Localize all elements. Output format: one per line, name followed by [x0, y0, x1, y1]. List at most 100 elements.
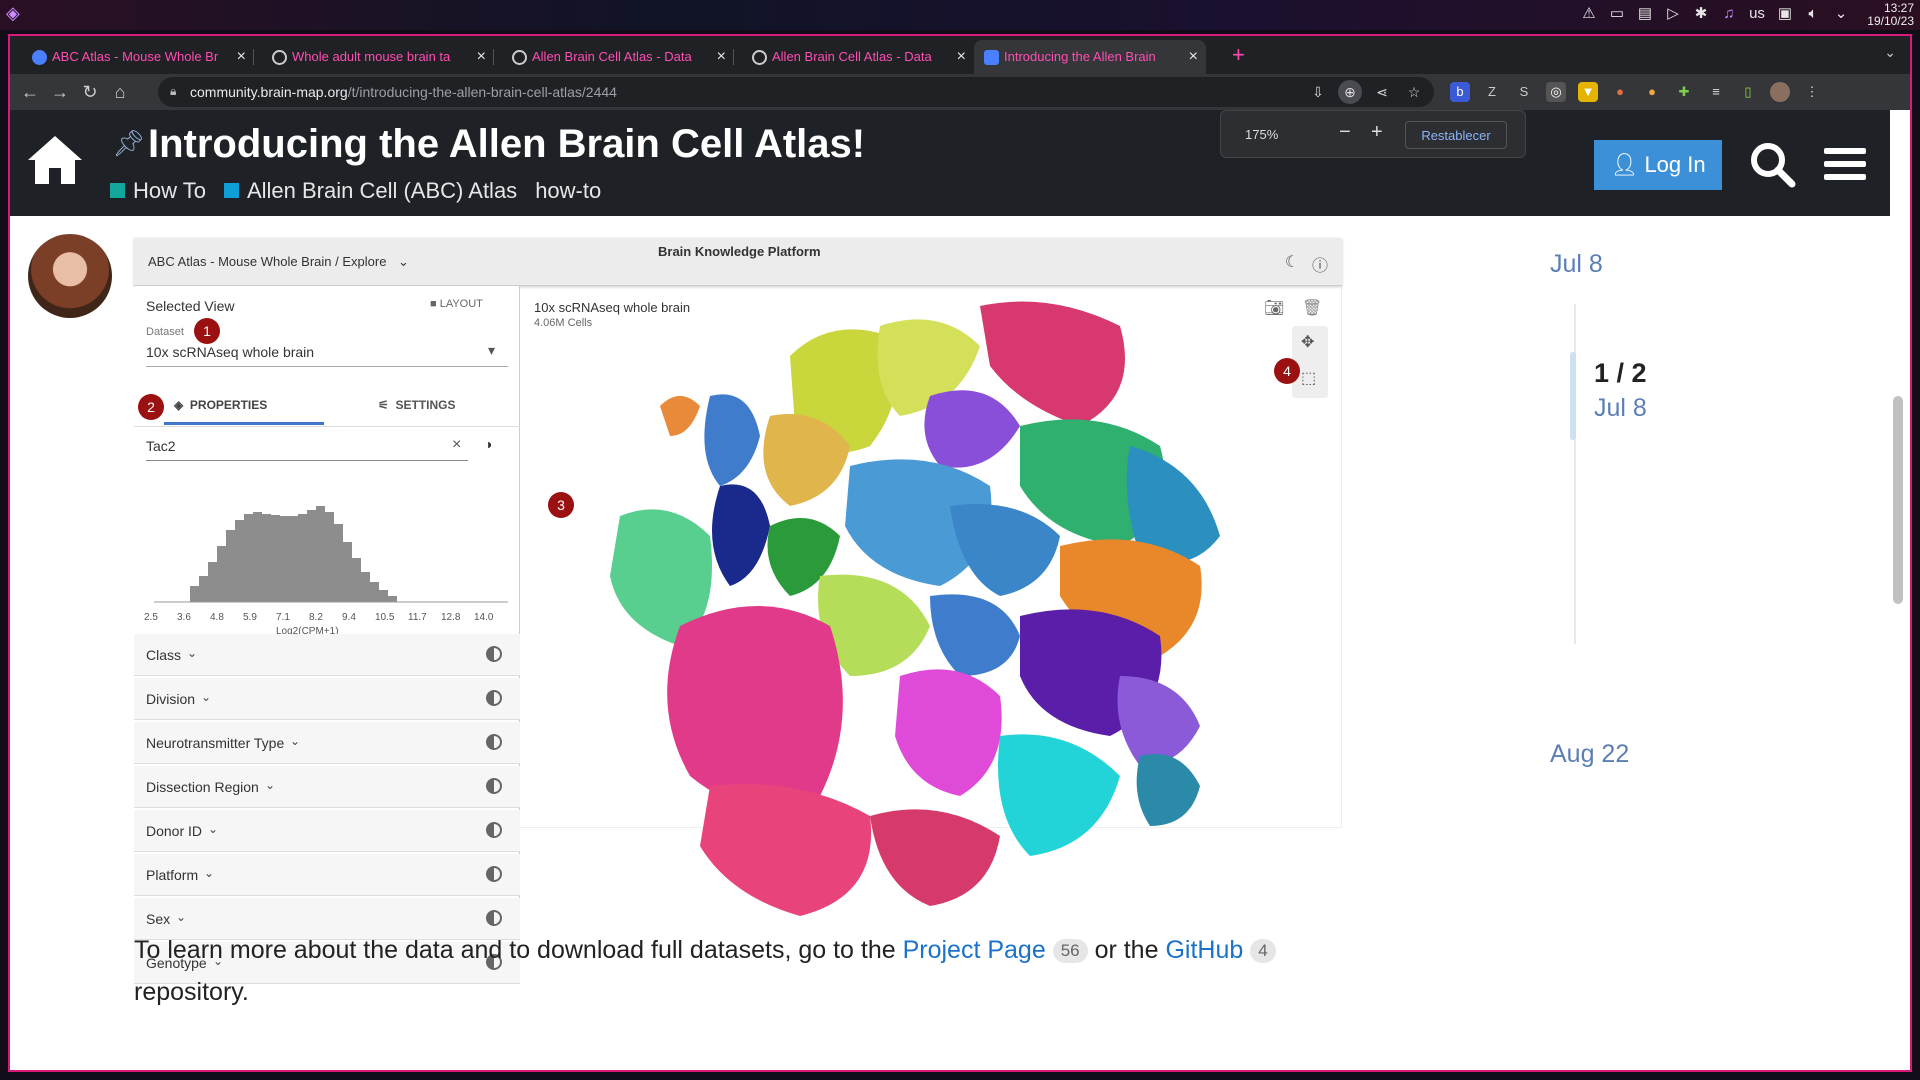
timeline-position: 1 / 2 [1594, 358, 1647, 388]
tab-allen-data-1[interactable]: Allen Brain Cell Atlas - Data × [502, 40, 734, 74]
playlist-icon[interactable]: ≡ [1706, 82, 1726, 102]
sidepanel-icon[interactable]: ▯ [1738, 82, 1758, 102]
terminal-icon[interactable]: ▭ [1608, 4, 1626, 22]
embedded-platform-title: Brain Knowledge Platform [658, 244, 821, 259]
color-contrast-icon [486, 690, 502, 706]
close-icon[interactable]: × [237, 40, 246, 74]
close-icon[interactable]: × [957, 40, 966, 74]
tab-bar: ABC Atlas - Mouse Whole Br × Whole adult… [10, 36, 1910, 74]
app-launcher-icon[interactable]: ◈ [6, 3, 28, 25]
embedded-left-panel: Selected View ■ LAYOUT 1 Dataset 10x scR… [134, 286, 520, 984]
topic-timeline: Jul 8 1 / 2 Jul 8 Aug 22 [1550, 250, 1750, 900]
chevron-down-icon: ⌄ [201, 690, 212, 704]
lock-icon[interactable]: 🔒︎ [170, 84, 176, 99]
home-button[interactable]: ⌂ [108, 80, 132, 104]
puzzle-icon[interactable]: ✚ [1674, 82, 1694, 102]
close-icon[interactable]: × [1189, 40, 1198, 74]
extension-bitwarden-icon[interactable]: b [1450, 82, 1470, 102]
timeline-start-date[interactable]: Jul 8 [1550, 250, 1603, 279]
chevron-down-icon[interactable]: ⌄ [1832, 4, 1850, 22]
tab-label: ABC Atlas - Mouse Whole Br [52, 49, 219, 64]
url-text[interactable]: community.brain-map.org/t/introducing-th… [190, 84, 617, 100]
home-icon[interactable] [26, 134, 84, 186]
chevron-down-icon: ⌄ [398, 254, 409, 269]
close-icon[interactable]: × [717, 40, 726, 74]
project-page-link[interactable]: Project Page [903, 936, 1046, 964]
settings-tab-label: SETTINGS [395, 398, 456, 412]
tab-introducing[interactable]: Introducing the Allen Brain × [974, 40, 1206, 74]
zoom-reset-button[interactable]: Restablecer [1405, 121, 1507, 149]
extension-icon[interactable]: ◎ [1546, 82, 1566, 102]
category-abc-atlas[interactable]: Allen Brain Cell (ABC) Atlas [223, 178, 517, 204]
login-button[interactable]: 👤︎ Log In [1594, 140, 1722, 190]
extension-zotero-icon[interactable]: Z [1482, 82, 1502, 102]
umap-plot: 10x scRNAseq whole brain 4.06M Cells 📷︎ … [520, 286, 1342, 930]
post-text: or the [1094, 936, 1159, 964]
timeline-end-date[interactable]: Aug 22 [1550, 740, 1629, 769]
tab-allen-data-2[interactable]: Allen Brain Cell Atlas - Data × [742, 40, 974, 74]
tab-abc-atlas[interactable]: ABC Atlas - Mouse Whole Br × [22, 40, 254, 74]
category-label: How To [133, 178, 206, 203]
link-click-count: 4 [1250, 939, 1276, 964]
globe-icon [512, 50, 527, 65]
github-link[interactable]: GitHub [1165, 936, 1243, 964]
profile-avatar[interactable] [1770, 82, 1790, 102]
tab-label: Allen Brain Cell Atlas - Data [772, 49, 932, 64]
keyboard-layout[interactable]: us [1748, 5, 1766, 22]
extension-icon[interactable]: ● [1642, 82, 1662, 102]
hamburger-menu-icon[interactable] [1824, 146, 1866, 182]
chevron-down-icon: ⌄ [187, 646, 198, 660]
timeline-handle[interactable] [1570, 352, 1576, 440]
close-icon[interactable]: × [477, 40, 486, 74]
pan-icon: ✥ [1301, 334, 1315, 351]
tag-how-to[interactable]: how-to [535, 178, 601, 204]
share-icon[interactable]: ⋖ [1370, 80, 1394, 104]
histogram-tick-label: 7.1 [276, 612, 290, 623]
tab-label: Introducing the Allen Brain [1004, 49, 1156, 64]
category-color-swatch [110, 183, 125, 198]
media-play-icon[interactable]: ▷ [1664, 4, 1682, 22]
scrollbar-thumb[interactable] [1893, 396, 1903, 604]
umap-cell-count: 4.06M Cells [534, 317, 593, 329]
music-icon[interactable]: ♫ [1720, 5, 1738, 22]
layout-text: LAYOUT [439, 298, 483, 310]
notification-icon[interactable]: ⚠ [1580, 4, 1598, 22]
clock[interactable]: 13:27 19/10/23 [1867, 2, 1914, 28]
badge-2: 2 [138, 394, 164, 420]
kebab-menu-icon[interactable]: ⋮ [1802, 82, 1822, 102]
bookmark-star-icon[interactable]: ☆ [1402, 80, 1426, 104]
forward-button[interactable]: → [48, 80, 72, 104]
user-icon: 👤︎ [1610, 152, 1645, 177]
clear-icon: × [452, 436, 462, 453]
gene-search-value: Tac2 [146, 438, 176, 454]
histogram-tick-label: 4.8 [210, 612, 224, 623]
tab-whole-mouse-brain[interactable]: Whole adult mouse brain ta × [262, 40, 494, 74]
extension-s-icon[interactable]: S [1514, 82, 1534, 102]
property-row: Class ⌄ [134, 634, 520, 676]
extension-icon[interactable]: ▼ [1578, 82, 1598, 102]
back-button[interactable]: ← [18, 80, 42, 104]
category-how-to[interactable]: How To [110, 178, 206, 204]
new-tab-button[interactable]: + [1232, 42, 1245, 68]
zoom-icon[interactable]: ⊕ [1338, 80, 1362, 104]
avatar[interactable] [28, 234, 112, 318]
topic-title[interactable]: Introducing the Allen Brain Cell Atlas! [148, 122, 865, 167]
network-icon[interactable]: ▣ [1776, 4, 1794, 22]
search-icon[interactable] [1748, 140, 1796, 188]
color-contrast-icon [486, 734, 502, 750]
badge-1: 1 [194, 318, 220, 344]
bluetooth-icon[interactable]: ✱ [1692, 4, 1710, 22]
zoom-out-button[interactable]: − [1339, 121, 1351, 144]
zoom-in-button[interactable]: + [1371, 121, 1383, 144]
tab-label: Allen Brain Cell Atlas - Data [532, 49, 692, 64]
clipboard-icon[interactable]: ▤ [1636, 4, 1654, 22]
volume-icon[interactable]: 🔈︎ [1804, 5, 1822, 22]
page-scrollbar[interactable] [1892, 114, 1904, 1064]
address-bar[interactable]: 🔒︎ community.brain-map.org/t/introducing… [158, 77, 1434, 107]
reload-button[interactable]: ↻ [78, 80, 102, 104]
install-icon[interactable]: ⇩ [1306, 80, 1330, 104]
extension-icon[interactable]: ● [1610, 82, 1630, 102]
clock-date: 19/10/23 [1867, 14, 1914, 28]
layout-label: ■ LAYOUT [430, 298, 483, 310]
chevron-down-icon[interactable]: ⌄ [1884, 44, 1896, 61]
